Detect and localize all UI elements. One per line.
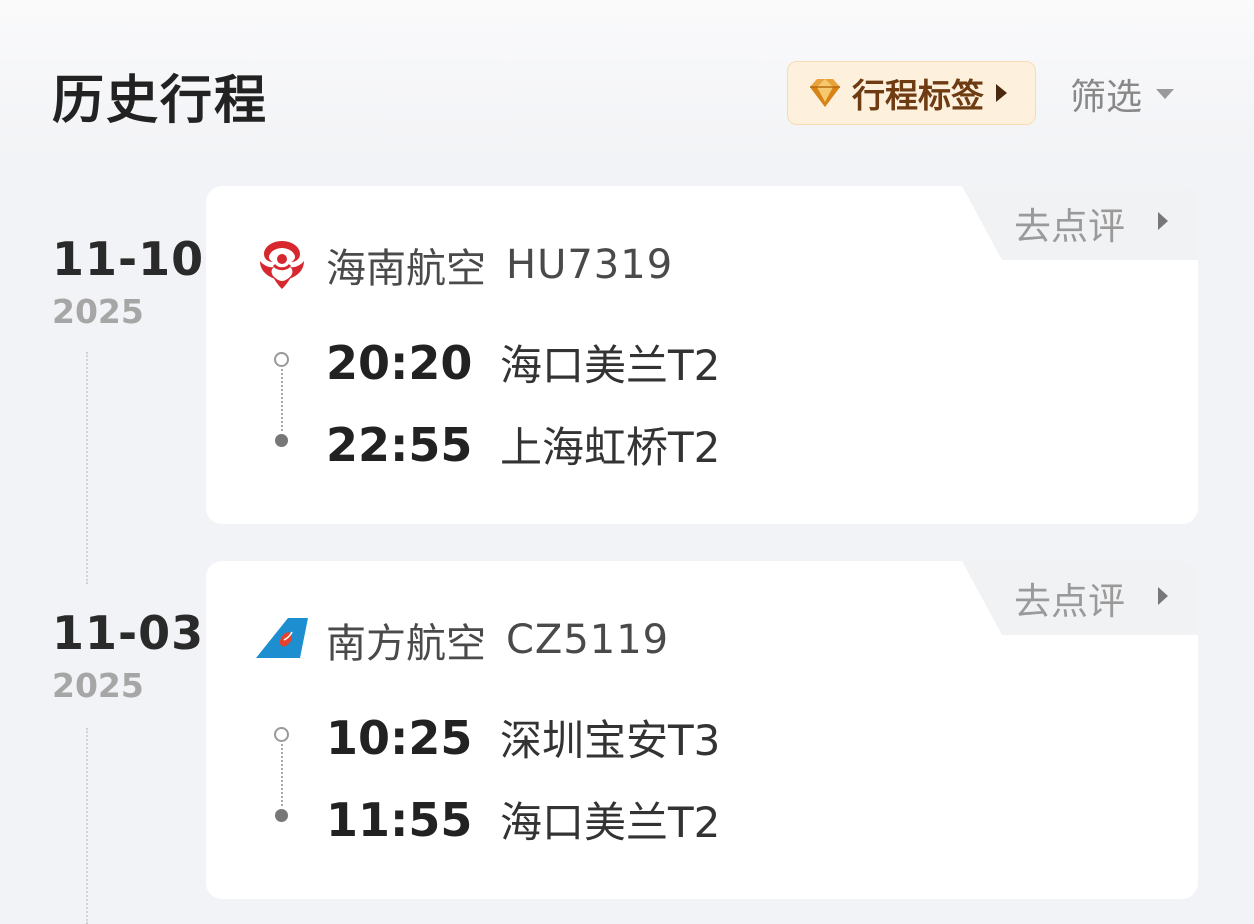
route-connector	[281, 369, 283, 431]
trip-card[interactable]: 去点评 海南航空 HU7319 20:20 海口美兰T2 22:55 上海虹桥T…	[206, 186, 1198, 524]
review-label: 去点评	[1014, 580, 1125, 623]
diamond-icon	[810, 79, 840, 107]
page-title: 历史行程	[52, 71, 269, 131]
caret-down-icon	[1156, 89, 1175, 99]
triangle-right-icon	[996, 84, 1007, 102]
arrival-row: 22:55 上海虹桥T2	[326, 414, 720, 475]
departure-dot-icon	[274, 727, 289, 742]
trip-tags-label: 行程标签	[852, 76, 984, 115]
arrival-dot-icon	[275, 809, 288, 822]
trip-date-year: 2025	[52, 666, 144, 705]
airline-row: 海南航空 HU7319	[254, 236, 673, 294]
filter-label: 筛选	[1070, 77, 1143, 118]
arrival-airport: 海口美兰T2	[500, 798, 721, 847]
trip-tags-button[interactable]: 行程标签	[787, 61, 1036, 125]
airline-name: 海南航空	[326, 246, 486, 292]
review-label: 去点评	[1014, 205, 1125, 248]
arrival-time: 11:55	[326, 792, 473, 847]
arrival-time: 22:55	[326, 417, 473, 472]
page-header: 历史行程 行程标签 筛选	[0, 0, 1254, 170]
departure-airport: 海口美兰T2	[500, 341, 721, 390]
airline-name: 南方航空	[326, 621, 486, 667]
triangle-right-icon	[1158, 587, 1168, 605]
trip-date-year: 2025	[52, 292, 144, 331]
airline-row: 南方航空 CZ5119	[254, 611, 669, 669]
trip-date: 11-10 2025	[52, 232, 204, 331]
triangle-right-icon	[1158, 212, 1168, 230]
route-connector	[281, 744, 283, 806]
flight-number: HU7319	[506, 242, 674, 288]
flight-number: CZ5119	[506, 617, 670, 663]
china-southern-logo-icon	[256, 618, 308, 658]
timeline-connector	[86, 352, 88, 584]
review-button[interactable]: 去点评	[962, 561, 1198, 635]
trip-date: 11-03 2025	[52, 606, 204, 705]
departure-dot-icon	[274, 352, 289, 367]
timeline-connector	[86, 728, 88, 924]
trip-date-day: 11-10	[52, 232, 205, 286]
departure-row: 10:25 深圳宝安T3	[326, 707, 720, 768]
arrival-airport: 上海虹桥T2	[500, 423, 721, 472]
review-button[interactable]: 去点评	[962, 186, 1198, 260]
arrival-dot-icon	[275, 434, 288, 447]
trip-card[interactable]: 去点评 南方航空 CZ5119 10:25 深圳宝安T3 11:55 海口美兰T…	[206, 561, 1198, 899]
arrival-row: 11:55 海口美兰T2	[326, 789, 720, 850]
hainan-airlines-logo-icon	[260, 241, 304, 289]
departure-time: 20:20	[326, 335, 473, 390]
departure-row: 20:20 海口美兰T2	[326, 332, 720, 393]
filter-button[interactable]: 筛选	[1070, 66, 1175, 122]
departure-airport: 深圳宝安T3	[500, 716, 721, 765]
trip-date-day: 11-03	[52, 606, 205, 660]
departure-time: 10:25	[326, 710, 473, 765]
